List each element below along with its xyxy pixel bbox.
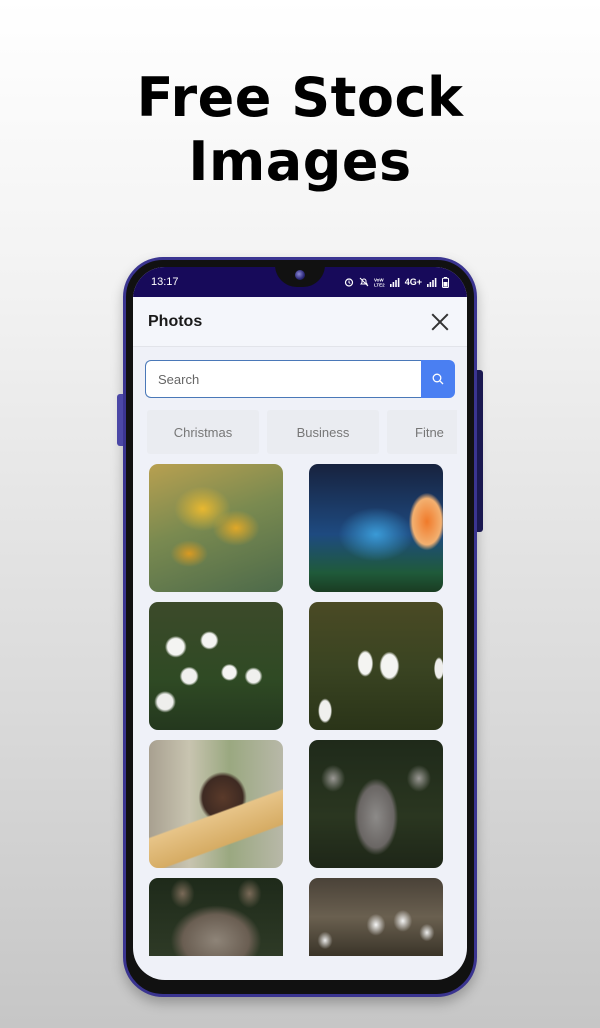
photo-tile-deer[interactable] (309, 740, 443, 868)
photo-tile-blossoms[interactable] (309, 878, 443, 956)
category-label: Business (296, 424, 350, 440)
mute-icon (359, 277, 369, 287)
phone-mockup: 13:17 VoW LTE2 4G+ Photos Search Christm… (117, 257, 483, 997)
search-button[interactable] (421, 360, 455, 398)
page-title: Photos (148, 312, 203, 330)
photo-tile-crocus[interactable] (149, 464, 283, 592)
category-label: Christmas (173, 424, 233, 440)
photo-tile-tulip[interactable] (309, 464, 443, 592)
headline: Free Stock Images (0, 66, 600, 194)
signal-icon (427, 278, 437, 287)
status-time: 13:17 (151, 276, 179, 288)
photo-tile-snowdrops[interactable] (149, 602, 283, 730)
front-camera (295, 270, 305, 280)
phone-screen: 13:17 VoW LTE2 4G+ Photos Search Christm… (133, 267, 467, 980)
photo-tile-wolf[interactable] (149, 878, 283, 956)
network-type: 4G+ (404, 277, 422, 287)
category-label: Fitne (415, 424, 444, 440)
alarm-icon (344, 278, 353, 287)
category-chip-fitness[interactable]: Fitne (387, 410, 457, 454)
battery-icon (442, 276, 449, 288)
close-button[interactable] (429, 311, 451, 333)
headline-line-1: Free Stock (136, 66, 464, 129)
category-list: Christmas Business Fitne (147, 410, 457, 454)
status-icons: VoW LTE2 4G+ (344, 276, 449, 288)
notch (275, 267, 325, 287)
search-bar (145, 360, 455, 398)
signal-icon (389, 278, 400, 287)
search-input[interactable] (145, 360, 421, 398)
category-chip-christmas[interactable]: Christmas (147, 410, 259, 454)
volume-button (117, 394, 123, 446)
category-chip-business[interactable]: Business (267, 410, 379, 454)
search-icon (432, 373, 444, 385)
photo-tile-snowdrops-closeup[interactable] (309, 602, 443, 730)
app-header: Photos (133, 297, 467, 347)
power-button (477, 370, 483, 532)
svg-text:LTE2: LTE2 (374, 283, 385, 288)
photo-tile-squirrel[interactable] (149, 740, 283, 868)
headline-line-2: Images (188, 130, 412, 193)
volte-icon: VoWLTE2 (374, 278, 385, 288)
photo-grid (149, 464, 467, 956)
status-bar: 13:17 VoW LTE2 4G+ (133, 267, 467, 297)
